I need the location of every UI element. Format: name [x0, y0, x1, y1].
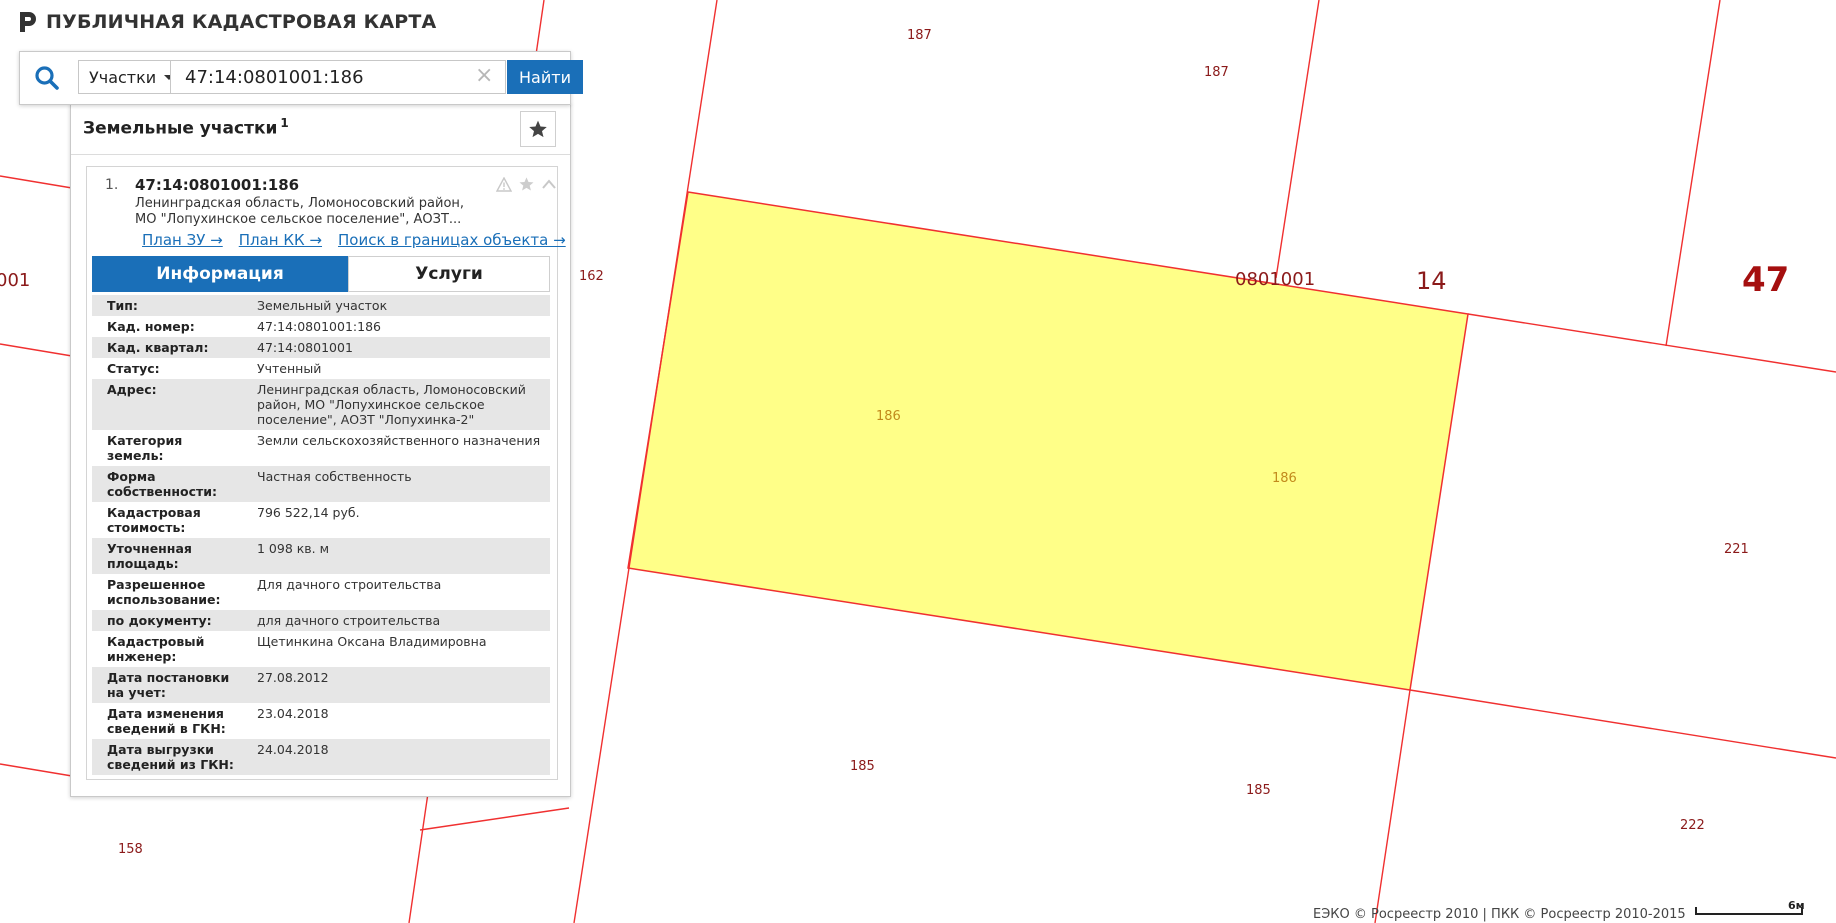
table-row: Дата постановки на учет: 27.08.2012	[92, 667, 550, 703]
tab-bar: Информация Услуги	[92, 256, 550, 292]
table-row: Разрешенное использование: Для дачного ст…	[92, 574, 550, 610]
chevron-up-icon[interactable]	[541, 178, 557, 190]
scale-bar	[1695, 907, 1803, 915]
divider	[71, 154, 570, 155]
attr-key: Дата постановки на учет:	[107, 670, 230, 700]
table-row: Уточненная площадь: 1 098 кв. м	[92, 538, 550, 574]
close-icon[interactable]: ×	[475, 65, 493, 87]
attr-value-link[interactable]: 47:14:0801001:186	[242, 316, 550, 337]
link-plan-kk[interactable]: План КК →	[239, 231, 322, 249]
quarter-label: 0801001	[1235, 269, 1315, 290]
warning-icon[interactable]	[496, 176, 512, 192]
result-index: 1.	[105, 177, 119, 193]
attr-value: 24.04.2018	[257, 742, 329, 757]
attr-key: Кадастровый инженер:	[107, 634, 205, 664]
app-header: ПУБЛИЧНАЯ КАДАСТРОВАЯ КАРТА	[18, 8, 436, 36]
parcel-label: 186	[1272, 471, 1297, 486]
results-count: 1	[280, 116, 289, 130]
parcel-label: 221	[1724, 542, 1749, 557]
table-row: Дата изменения сведений в ГКН: 23.04.2018	[92, 703, 550, 739]
result-address: Ленинградская область, Ломоносовский рай…	[135, 196, 465, 227]
attr-key: Дата изменения сведений в ГКН:	[107, 706, 226, 736]
attr-value: Для дачного строительства	[257, 577, 442, 592]
table-row: Статус: Учтенный	[92, 358, 550, 379]
results-panel: Земельные участки 1 1. 47:14:0801001:186 …	[70, 103, 571, 797]
search-icon[interactable]	[33, 64, 61, 92]
attr-value: Учтенный	[257, 361, 322, 376]
search-button[interactable]: Найти	[507, 60, 583, 94]
attr-value: 1 098 кв. м	[257, 541, 330, 556]
star-icon[interactable]	[518, 176, 535, 192]
scale-label: 6м	[1788, 899, 1805, 912]
link-search-in-bounds[interactable]: Поиск в границах объекта →	[338, 231, 566, 249]
parcel-label: 185	[850, 759, 875, 774]
table-row: Форма собственности: Частная собственност…	[92, 466, 550, 502]
results-title-text: Земельные участки	[83, 118, 278, 139]
table-row: Дата выгрузки сведений из ГКН: 24.04.2018	[92, 739, 550, 775]
attr-value: для дачного строительства	[257, 613, 441, 628]
results-title: Земельные участки 1	[83, 116, 289, 139]
link-plan-zu[interactable]: План ЗУ →	[142, 231, 223, 249]
attr-key: Адрес:	[107, 382, 157, 397]
parcel-label: 187	[907, 28, 932, 43]
parcel-label: 162	[579, 269, 604, 284]
attr-value: 796 522,14 руб.	[257, 505, 360, 520]
parcel-label: 185	[1246, 783, 1271, 798]
attr-value: Земельный участок	[257, 298, 388, 313]
search-panel: Участки × Найти	[19, 51, 583, 105]
result-card: 1. 47:14:0801001:186 Ленинградская облас…	[86, 166, 566, 780]
tab-services[interactable]: Услуги	[348, 256, 550, 292]
rosreestr-logo-icon	[20, 12, 36, 32]
district-label: 14	[1416, 267, 1447, 295]
attr-key: Кад. номер:	[107, 319, 195, 334]
attr-key: Дата выгрузки сведений из ГКН:	[107, 742, 234, 772]
table-row: Кад. номер: 47:14:0801001:186	[92, 316, 550, 337]
parcel-label: 222	[1680, 818, 1705, 833]
attr-value: Частная собственность	[257, 469, 412, 484]
attr-value: Щетинкина Оксана Владимировна	[257, 634, 487, 649]
region-label: 47	[1742, 260, 1789, 300]
table-row: Тип: Земельный участок	[92, 295, 550, 316]
favorites-button[interactable]	[520, 111, 556, 147]
result-title[interactable]: 47:14:0801001:186	[135, 176, 299, 194]
star-icon	[529, 120, 547, 138]
search-type-label: Участки	[89, 67, 157, 87]
attr-value: Ленинградская область, Ломоносовский рай…	[257, 382, 526, 427]
table-row: Кад. квартал: 47:14:0801001	[92, 337, 550, 358]
search-type-dropdown[interactable]: Участки	[78, 60, 175, 94]
table-row: по документу: для дачного строительства	[92, 610, 550, 631]
attr-key: Категория земель:	[107, 433, 183, 463]
parcel-label: 187	[1204, 65, 1229, 80]
attr-key: Тип:	[107, 298, 138, 313]
attr-key: Статус:	[107, 361, 160, 376]
edge-label: 001	[0, 270, 30, 291]
attr-key: Уточненная площадь:	[107, 541, 192, 571]
app-title: ПУБЛИЧНАЯ КАДАСТРОВАЯ КАРТА	[46, 11, 437, 33]
table-row: Адрес: Ленинградская область, Ломоносовск…	[92, 379, 550, 430]
table-row: Категория земель: Земли сельскохозяйствен…	[92, 430, 550, 466]
attr-key: по документу:	[107, 613, 212, 628]
table-row: Кадастровая стоимость: 796 522,14 руб.	[92, 502, 550, 538]
attr-key: Разрешенное использование:	[107, 577, 221, 607]
attr-value-link[interactable]: 47:14:0801001	[242, 337, 550, 358]
copyright-text: ЕЭКО © Росреестр 2010 | ПКК © Росреестр …	[1313, 907, 1686, 922]
attr-value: 23.04.2018	[257, 706, 329, 721]
table-row: Кадастровый инженер: Щетинкина Оксана Вла…	[92, 631, 550, 667]
parcel-label: 186	[876, 409, 901, 424]
tab-information[interactable]: Информация	[92, 256, 348, 292]
attr-value: Земли сельскохозяйственного назначения	[257, 433, 541, 448]
search-input[interactable]	[170, 60, 506, 94]
result-actions	[496, 176, 557, 192]
attr-value: 27.08.2012	[257, 670, 329, 685]
parcel-label: 158	[118, 842, 143, 857]
attr-key: Кадастровая стоимость:	[107, 505, 201, 535]
attr-key: Кад. квартал:	[107, 340, 209, 355]
result-links: План ЗУ → План КК → Поиск в границах объ…	[142, 231, 566, 249]
selected-parcel-186[interactable]	[627, 191, 1469, 691]
attributes-table: Тип: Земельный участок Кад. номер: 47:14:0…	[92, 295, 550, 775]
attr-key: Форма собственности:	[107, 469, 218, 499]
